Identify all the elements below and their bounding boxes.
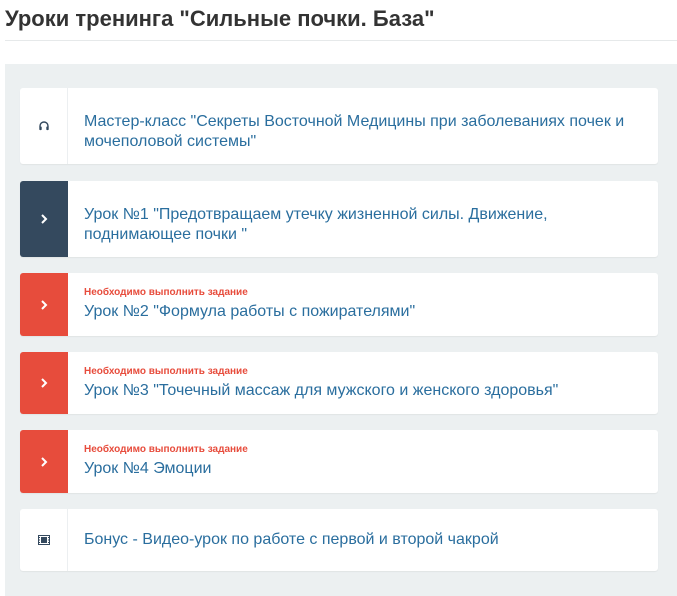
lesson-item-body: Урок №1 "Предотвращаем утечку жизненной … <box>68 181 658 257</box>
chevron-right-icon <box>41 456 48 467</box>
lesson-item-icon-cell <box>20 181 68 257</box>
film-icon <box>37 535 50 545</box>
lesson-item-body: Необходимо выполнить задание Урок №2 "Фо… <box>68 273 658 336</box>
lesson-item-icon-cell <box>20 352 68 414</box>
lesson-item-2[interactable]: Необходимо выполнить задание Урок №2 "Фо… <box>20 273 658 336</box>
lesson-title[interactable]: Урок №1 "Предотвращаем утечку жизненной … <box>84 205 642 245</box>
lesson-title[interactable]: Урок №4 Эмоции <box>84 459 642 479</box>
headphones-icon <box>38 121 49 131</box>
lesson-item-icon-cell <box>20 509 68 571</box>
lesson-item-bonus[interactable]: Бонус - Видео-урок по работе с первой и … <box>20 509 658 571</box>
chevron-right-icon <box>41 214 48 224</box>
lesson-title[interactable]: Урок №3 "Точечный массаж для мужского и … <box>84 381 642 401</box>
lesson-title[interactable]: Бонус - Видео-урок по работе с первой и … <box>84 530 642 550</box>
chevron-right-icon <box>41 299 48 310</box>
chevron-right-icon <box>41 378 48 388</box>
task-required-badge: Необходимо выполнить задание <box>84 444 248 455</box>
lesson-item-icon-cell <box>20 430 68 493</box>
lesson-item-icon-cell <box>20 273 68 336</box>
lesson-item-master-class[interactable]: Мастер-класс "Секреты Восточной Медицины… <box>20 88 658 164</box>
lesson-item-4[interactable]: Необходимо выполнить задание Урок №4 Эмо… <box>20 430 658 493</box>
task-required-badge: Необходимо выполнить задание <box>84 365 248 377</box>
title-divider <box>5 40 677 41</box>
lesson-item-1[interactable]: Урок №1 "Предотвращаем утечку жизненной … <box>20 181 658 257</box>
lesson-item-body: Необходимо выполнить задание Урок №4 Эмо… <box>68 430 658 493</box>
lesson-item-body: Бонус - Видео-урок по работе с первой и … <box>68 509 658 571</box>
page-title: Уроки тренинга "Сильные почки. База" <box>5 6 435 31</box>
lesson-item-icon-cell <box>20 88 68 164</box>
task-required-badge: Необходимо выполнить задание <box>84 287 248 298</box>
lesson-title[interactable]: Мастер-класс "Секреты Восточной Медицины… <box>84 112 642 152</box>
lesson-item-3[interactable]: Необходимо выполнить задание Урок №3 "То… <box>20 352 658 414</box>
lesson-item-body: Мастер-класс "Секреты Восточной Медицины… <box>68 88 658 164</box>
lesson-title[interactable]: Урок №2 "Формула работы с пожирателями" <box>84 302 642 322</box>
lessons-panel: Мастер-класс "Секреты Восточной Медицины… <box>5 64 677 596</box>
lesson-item-body: Необходимо выполнить задание Урок №3 "То… <box>68 352 658 414</box>
